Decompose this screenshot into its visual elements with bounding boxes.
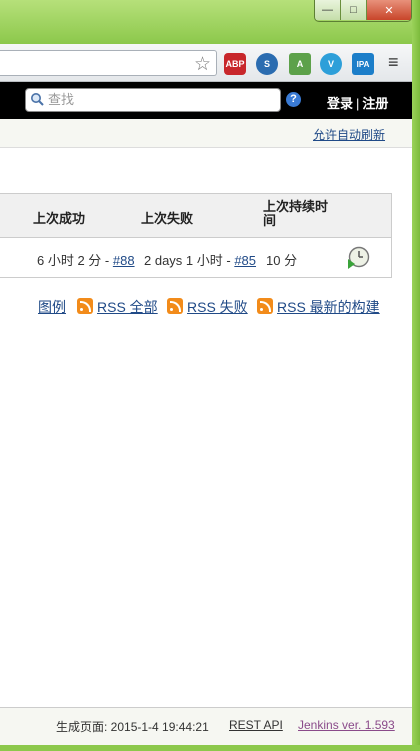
- search-input[interactable]: 查找: [25, 88, 281, 112]
- close-button[interactable]: ✕: [367, 0, 411, 20]
- register-link[interactable]: 注册: [362, 96, 388, 111]
- column-last-success[interactable]: 上次成功: [33, 208, 85, 227]
- search-icon: [31, 93, 44, 106]
- table-row: 6 小时 2 分 - #88 2 days 1 小时 - #85 10 分: [0, 238, 392, 278]
- login-separator: |: [356, 96, 360, 111]
- window-controls: — □ ✕: [314, 0, 412, 22]
- generated-timestamp: 生成页面: 2015-1-4 19:44:21: [56, 720, 209, 734]
- vimeo-extension-icon[interactable]: V: [320, 53, 342, 75]
- translate-extension-icon[interactable]: A: [289, 53, 311, 75]
- last-failure-time: 2 days 1 小时 -: [144, 253, 235, 268]
- last-success-build-link[interactable]: #88: [113, 253, 135, 268]
- browser-menu-icon[interactable]: ≡: [388, 52, 399, 73]
- rss-icon[interactable]: [77, 298, 93, 314]
- table-header: 上次成功 上次失败 上次持续时间: [0, 193, 392, 238]
- ipa-extension-icon[interactable]: IPA: [352, 53, 374, 75]
- bookmark-star-icon[interactable]: ☆: [194, 53, 211, 76]
- rest-api-link[interactable]: REST API: [229, 718, 283, 732]
- last-failure-build-link[interactable]: #85: [234, 253, 256, 268]
- auto-refresh-link[interactable]: 允许自动刷新: [313, 126, 385, 143]
- help-icon[interactable]: ?: [286, 92, 301, 107]
- column-last-duration[interactable]: 上次持续时间: [263, 200, 333, 228]
- rss-icon[interactable]: [167, 298, 183, 314]
- rss-icon[interactable]: [257, 298, 273, 314]
- minimize-button[interactable]: —: [315, 0, 341, 20]
- jenkins-version-link[interactable]: Jenkins ver. 1.593: [298, 718, 395, 732]
- last-failure-cell: 2 days 1 小时 - #85: [144, 250, 256, 269]
- rss-failed-link[interactable]: RSS 失败: [187, 297, 248, 317]
- skype-extension-icon[interactable]: S: [256, 53, 278, 75]
- legend-link[interactable]: 图例: [38, 297, 66, 317]
- login-link[interactable]: 登录: [327, 96, 353, 111]
- last-success-cell: 6 小时 2 分 - #88: [37, 250, 135, 269]
- adblock-icon[interactable]: ABP: [224, 53, 246, 75]
- rss-latest-link[interactable]: RSS 最新的构建: [277, 297, 380, 317]
- last-success-time: 6 小时 2 分 -: [37, 253, 113, 268]
- browser-toolbar: ☆ ABP S A V IPA ≡: [0, 44, 412, 82]
- window-frame-right: [412, 0, 420, 751]
- maximize-button[interactable]: □: [341, 0, 367, 20]
- login-links: 登录 | 注册: [327, 93, 388, 112]
- address-bar[interactable]: [0, 50, 217, 76]
- last-duration-cell: 10 分: [266, 253, 298, 268]
- column-last-failure[interactable]: 上次失败: [141, 208, 193, 227]
- rss-all-link[interactable]: RSS 全部: [97, 297, 158, 317]
- schedule-build-icon[interactable]: [346, 246, 370, 270]
- window-frame-bottom: [0, 745, 420, 751]
- page-footer: 生成页面: 2015-1-4 19:44:21 REST API Jenkins…: [0, 707, 412, 745]
